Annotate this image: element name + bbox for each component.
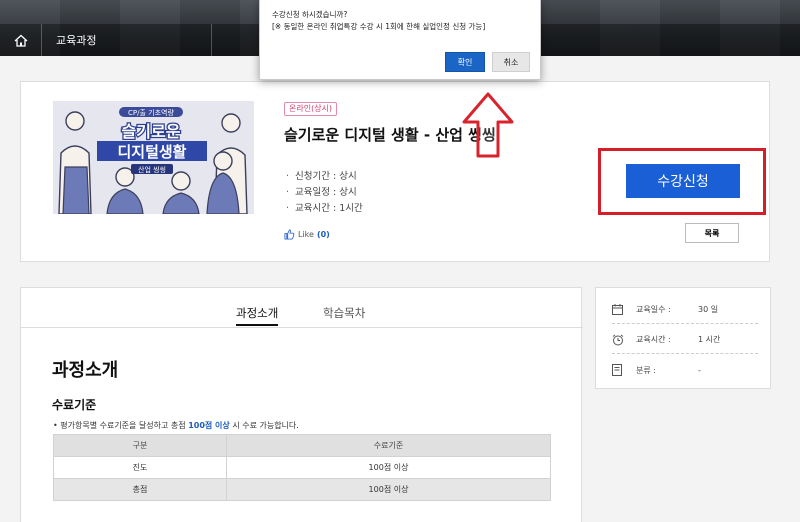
- tab-curriculum[interactable]: 학습목차: [323, 305, 365, 324]
- dialog-notice: [※ 동일한 온라인 취업특강 수강 시 1회에 한해 실업인정 신청 가능]: [272, 22, 486, 31]
- document-icon: [612, 364, 626, 376]
- like-button[interactable]: Like (0): [284, 229, 330, 240]
- home-button[interactable]: [0, 24, 42, 56]
- side-value: 30 일: [698, 305, 719, 314]
- section-heading: 과정소개: [52, 360, 119, 381]
- confirm-ok-button[interactable]: 확인: [445, 52, 485, 72]
- alarm-clock-icon: [612, 334, 626, 346]
- info-apply-period: 신청기간 : 상시: [286, 169, 363, 185]
- completion-heading: 수료기준: [52, 398, 97, 412]
- table-cell: 100점 이상: [226, 456, 551, 479]
- side-row-hours: 교육시간 : 1 시간: [612, 326, 758, 354]
- side-row-days: 교육일수 : 30 일: [612, 296, 758, 324]
- tab-course-intro[interactable]: 과정소개: [236, 305, 279, 326]
- table-header: 수료기준: [226, 434, 551, 457]
- completion-note: • 평가항목별 수료기준을 달성하고 총점 100점 이상 시 수료 가능합니다…: [53, 420, 299, 431]
- like-count: (0): [316, 230, 330, 239]
- course-side-info: 교육일수 : 30 일 교육시간 : 1 시간 분류 : -: [595, 287, 771, 389]
- course-thumbnail: CP/출 기초역량 슬기로운 디지털생활 산업 씽씽: [53, 101, 254, 214]
- side-label: 교육시간 :: [636, 335, 671, 344]
- table-header-row: 구분 수료기준: [53, 434, 551, 457]
- table-header: 구분: [53, 434, 227, 457]
- course-summary: CP/출 기초역량 슬기로운 디지털생활 산업 씽씽 온라인(상시) 슬기로운 …: [20, 81, 770, 262]
- table-cell: 100점 이상: [226, 478, 551, 501]
- breadcrumb-item-course[interactable]: 교육과정: [42, 24, 212, 56]
- side-value: -: [698, 365, 701, 375]
- apply-button[interactable]: 수강신청: [626, 164, 740, 198]
- calendar-icon: [612, 304, 626, 315]
- tab-bar: 과정소개 학습목차: [21, 288, 583, 328]
- table-cell: 총점: [53, 478, 227, 501]
- side-value: 1 시간: [698, 335, 721, 344]
- dialog-question: 수강신청 하시겠습니까?: [272, 10, 348, 19]
- info-duration: 교육시간 : 1시간: [286, 201, 363, 217]
- thumbnail-illustration: CP/출 기초역량 슬기로운 디지털생활 산업 씽씽: [53, 101, 254, 214]
- side-label: 분류 :: [636, 365, 656, 375]
- table-row: 진도 100점 이상: [53, 456, 551, 479]
- note-text: • 평가항목별 수료기준을 달성하고 총점: [53, 421, 189, 430]
- table-cell: 진도: [53, 456, 227, 479]
- course-info-list: 신청기간 : 상시 교육일정 : 상시 교육시간 : 1시간: [286, 169, 363, 217]
- thumbs-up-icon: [284, 229, 295, 240]
- home-icon: [14, 34, 27, 47]
- note-text-end: 시 수료 가능합니다.: [229, 421, 299, 430]
- thumbnail-line1: 슬기로운: [122, 122, 181, 141]
- side-row-category: 분류 : -: [612, 356, 758, 384]
- confirm-cancel-button[interactable]: 취소: [492, 52, 530, 72]
- like-label: Like: [298, 230, 314, 239]
- completion-table: 구분 수료기준 진도 100점 이상 총점 100점 이상: [53, 434, 551, 501]
- table-row: 총점 100점 이상: [53, 478, 551, 501]
- confirm-dialog: 수강신청 하시겠습니까? [※ 동일한 온라인 취업특강 수강 시 1회에 한해…: [259, 0, 541, 80]
- dialog-message: 수강신청 하시겠습니까? [※ 동일한 온라인 취업특강 수강 시 1회에 한해…: [272, 9, 485, 33]
- side-label: 교육일수 :: [636, 305, 671, 314]
- status-badge: 온라인(상시): [284, 102, 338, 116]
- thumbnail-sub: 산업 씽씽: [138, 165, 166, 174]
- thumbnail-line2: 디지털생활: [117, 143, 186, 161]
- list-button[interactable]: 목록: [685, 223, 739, 243]
- up-arrow-annotation: [462, 92, 514, 158]
- info-schedule: 교육일정 : 상시: [286, 185, 363, 201]
- note-highlight: 100점 이상: [188, 421, 230, 430]
- course-detail-panel: 과정소개 학습목차 과정소개 수료기준 • 평가항목별 수료기준을 달성하고 총…: [20, 287, 583, 522]
- thumbnail-top-tag: CP/출 기초역량: [128, 108, 174, 117]
